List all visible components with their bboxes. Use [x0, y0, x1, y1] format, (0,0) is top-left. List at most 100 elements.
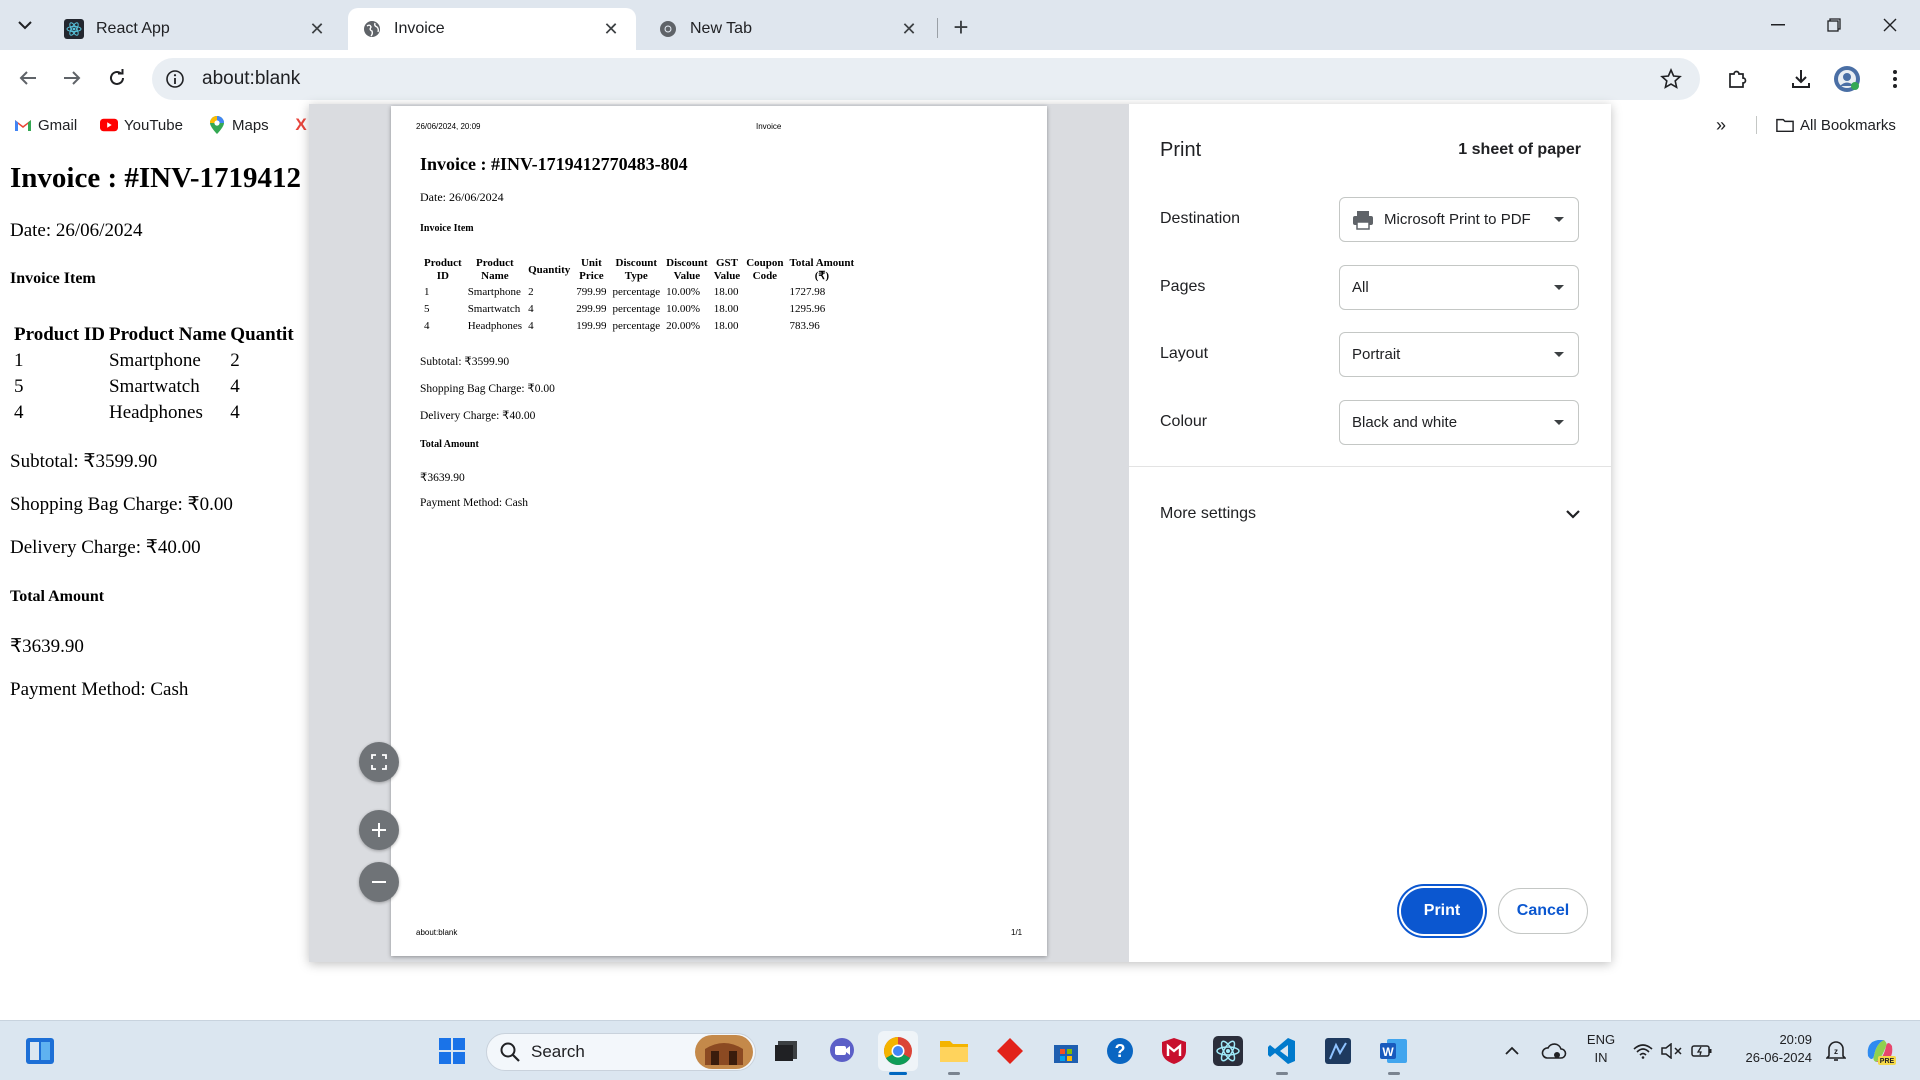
- language-indicator[interactable]: ENG IN: [1580, 1031, 1622, 1067]
- more-bookmarks-button[interactable]: »: [1716, 114, 1726, 136]
- tab-invoice[interactable]: Invoice ✕: [348, 8, 636, 50]
- fit-to-page-button[interactable]: [359, 742, 399, 782]
- print-dialog: 26/06/2024, 20:09 Invoice Invoice : #INV…: [309, 104, 1611, 962]
- store-app[interactable]: [1046, 1031, 1086, 1071]
- destination-value: Microsoft Print to PDF: [1384, 211, 1531, 228]
- tab-new-tab[interactable]: New Tab ✕: [644, 8, 934, 50]
- preview-items-heading: Invoice Item: [420, 223, 474, 234]
- file-explorer-app[interactable]: [934, 1031, 974, 1075]
- widgets-button[interactable]: [20, 1031, 60, 1071]
- onedrive-button[interactable]: [1534, 1031, 1574, 1071]
- clock[interactable]: 20:09 26-06-2024: [1722, 1031, 1813, 1067]
- forward-button[interactable]: [54, 60, 90, 96]
- extensions-button[interactable]: [1722, 64, 1752, 94]
- bookmark-youtube[interactable]: YouTube: [100, 114, 183, 136]
- preview-footer-page: 1/1: [1011, 928, 1023, 937]
- delivery-charge: Delivery Charge: ₹40.00: [10, 537, 201, 558]
- quick-settings-button[interactable]: [1628, 1031, 1718, 1071]
- back-button[interactable]: [10, 60, 46, 96]
- table-cell: 4: [230, 402, 240, 423]
- running-indicator: [1276, 1072, 1288, 1075]
- settings-divider: [1129, 466, 1611, 467]
- downloads-button[interactable]: [1786, 64, 1816, 94]
- subtotal: Subtotal: ₹3599.90: [10, 451, 158, 472]
- windows-icon: [439, 1038, 465, 1064]
- zoom-out-button[interactable]: [359, 862, 399, 902]
- close-icon[interactable]: ✕: [600, 18, 622, 40]
- total-amount: ₹3639.90: [10, 636, 84, 657]
- svg-text:W: W: [1382, 1045, 1394, 1059]
- copilot-button[interactable]: PRE: [1860, 1031, 1900, 1071]
- puzzle-icon: [1729, 70, 1747, 88]
- colour-label: Colour: [1160, 413, 1208, 430]
- tab-separator: [937, 18, 938, 38]
- colour-select[interactable]: Black and white: [1339, 400, 1579, 445]
- taskbar-search[interactable]: Search: [486, 1033, 756, 1071]
- minimize-button[interactable]: [1758, 10, 1798, 40]
- git-app[interactable]: [990, 1031, 1030, 1071]
- bookmark-label: Maps: [232, 116, 269, 134]
- bookmark-gmail[interactable]: Gmail: [14, 114, 77, 136]
- browser-tabstrip: React App ✕ Invoice ✕ New Tab ✕ +: [0, 0, 1920, 50]
- preview-bag-charge: Shopping Bag Charge: ₹0.00: [420, 383, 555, 395]
- folder-icon: [1776, 116, 1794, 134]
- vscode-app[interactable]: [1262, 1031, 1302, 1075]
- print-title: Print: [1160, 139, 1202, 161]
- table-cell: [746, 318, 783, 334]
- dropdown-caret-icon: [1554, 352, 1564, 357]
- notifications-button[interactable]: z: [1816, 1031, 1856, 1071]
- table-cell: percentage: [612, 286, 661, 298]
- vscode-icon: [1268, 1038, 1295, 1064]
- table-cell: 2: [528, 286, 534, 298]
- teams-chat-app[interactable]: [822, 1031, 862, 1071]
- table-row: 1 Smartphone 2 799.99 percentage 10.00% …: [424, 284, 854, 300]
- show-hidden-icons-button[interactable]: [1492, 1031, 1532, 1071]
- table-row: 1 Smartphone 2: [14, 350, 294, 372]
- browser-menu-button[interactable]: [1880, 64, 1910, 94]
- help-app[interactable]: ?: [1100, 1031, 1140, 1071]
- word-app[interactable]: W: [1374, 1031, 1414, 1075]
- search-placeholder: Search: [531, 1042, 585, 1061]
- new-tab-button[interactable]: +: [946, 12, 976, 42]
- profile-avatar[interactable]: [1832, 64, 1862, 94]
- atom-icon: [1213, 1036, 1243, 1066]
- table-cell: 2: [230, 350, 240, 371]
- mcafee-app[interactable]: [1154, 1031, 1194, 1071]
- start-button[interactable]: [432, 1031, 472, 1071]
- more-settings-toggle[interactable]: More settings: [1160, 502, 1580, 526]
- print-button[interactable]: Print: [1401, 888, 1483, 934]
- layout-select[interactable]: Portrait: [1339, 332, 1579, 377]
- tab-search-button[interactable]: [8, 8, 42, 42]
- close-window-button[interactable]: [1870, 10, 1910, 40]
- table-row: 4 Headphones 4: [14, 402, 294, 424]
- wifi-icon: [1633, 1044, 1653, 1059]
- table-cell: [746, 284, 783, 300]
- cancel-button[interactable]: Cancel: [1498, 888, 1588, 934]
- star-icon[interactable]: [1660, 67, 1682, 90]
- youtube-icon: [100, 116, 118, 134]
- reload-button[interactable]: [99, 60, 135, 96]
- close-icon[interactable]: ✕: [306, 18, 328, 40]
- bookmark-maps[interactable]: Maps: [208, 114, 269, 136]
- store-icon: [1054, 1045, 1078, 1063]
- more-settings-label: More settings: [1160, 505, 1257, 522]
- restore-button[interactable]: [1814, 10, 1854, 40]
- all-bookmarks-button[interactable]: All Bookmarks: [1776, 114, 1896, 136]
- snipping-app[interactable]: [1318, 1031, 1358, 1071]
- shield-icon: [1162, 1038, 1186, 1064]
- electron-app[interactable]: [1208, 1031, 1248, 1071]
- tab-react-app[interactable]: React App ✕: [50, 8, 342, 50]
- close-icon[interactable]: ✕: [898, 18, 920, 40]
- task-view-button[interactable]: [766, 1031, 806, 1071]
- zoom-in-button[interactable]: [359, 810, 399, 850]
- language-code: ENG: [1586, 1032, 1616, 1047]
- table-cell: Headphones: [108, 402, 203, 423]
- chrome-app[interactable]: [878, 1031, 918, 1075]
- table-cell: 4: [14, 402, 24, 423]
- address-bar[interactable]: about:blank: [152, 58, 1700, 100]
- pages-select[interactable]: All: [1339, 265, 1579, 310]
- destination-select[interactable]: Microsoft Print to PDF: [1339, 197, 1579, 242]
- table-cell: [746, 301, 783, 317]
- fullscreen-icon: [371, 754, 387, 770]
- info-icon[interactable]: [164, 68, 186, 90]
